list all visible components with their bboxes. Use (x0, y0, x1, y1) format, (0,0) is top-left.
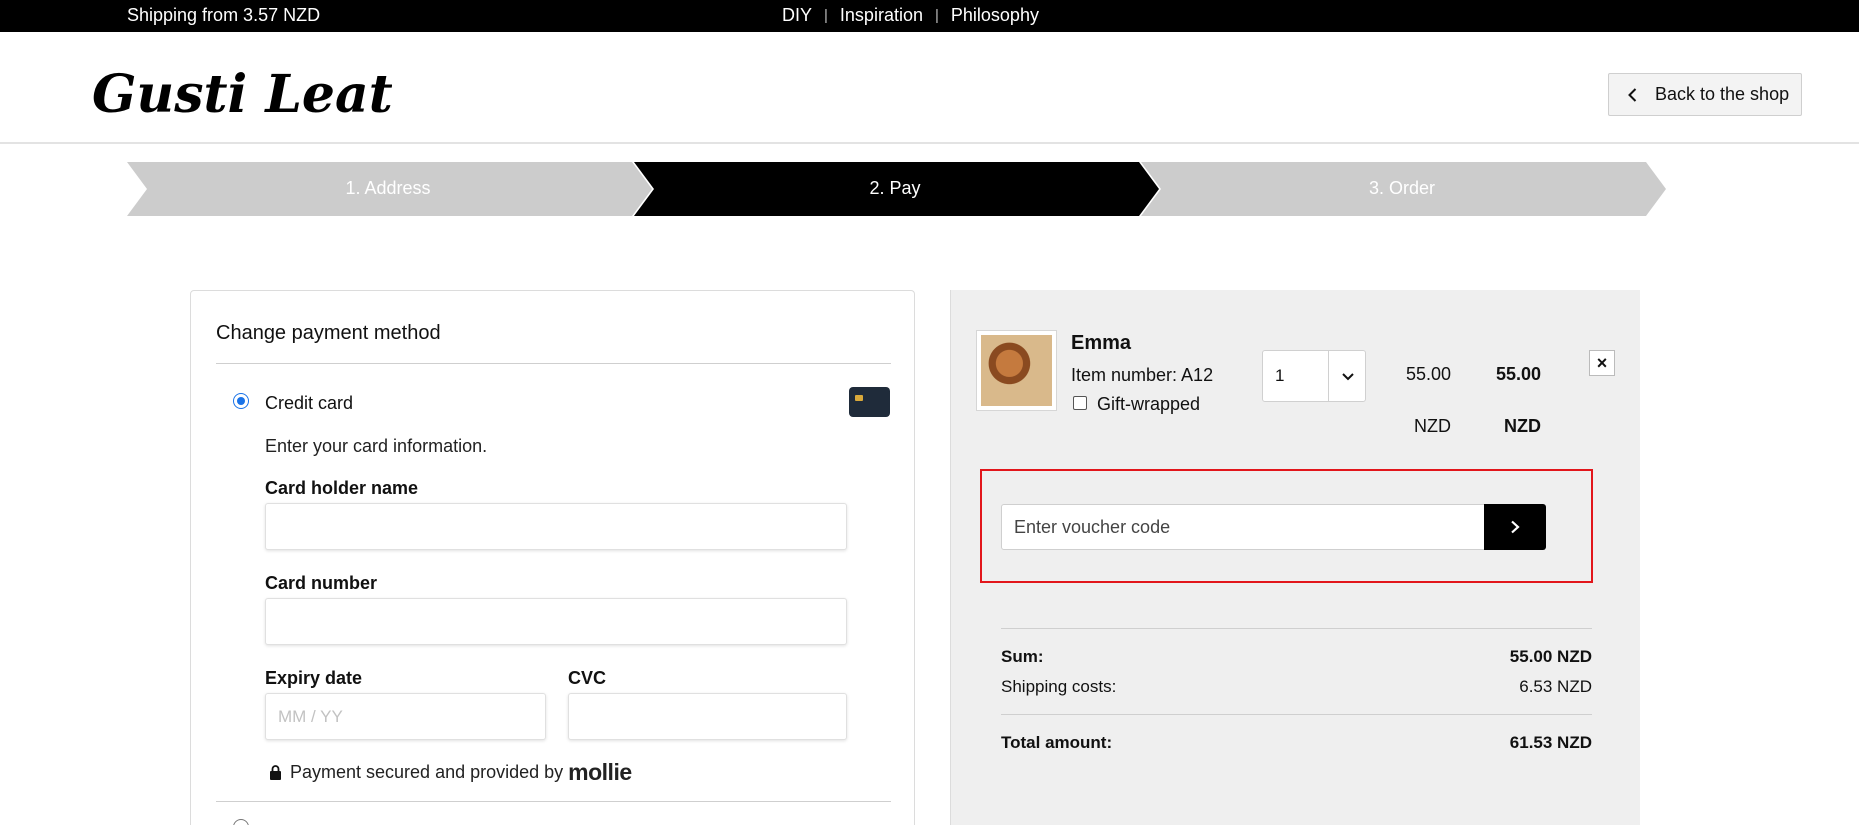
card-number-label: Card number (265, 573, 378, 593)
nav-separator: | (934, 7, 939, 24)
nav-diy[interactable]: DIY (782, 5, 812, 26)
mollie-logo: mollie (568, 759, 632, 785)
line-total: 55.00 (1495, 364, 1541, 384)
payment-title: Change payment method (216, 322, 441, 344)
nav-inspiration[interactable]: Inspiration (840, 5, 923, 26)
sum-row: Sum: 55.00 NZD (1001, 647, 1592, 667)
apply-voucher-button[interactable] (1484, 504, 1546, 550)
site-header: Gusti Leather Back to the shop (0, 32, 1859, 144)
back-to-shop-button[interactable]: Back to the shop (1608, 73, 1802, 116)
secure-text: Payment secured and provided by (290, 762, 564, 782)
secure-payment-note: Payment secured and provided by mollie (269, 759, 632, 786)
gift-wrapped-label[interactable]: Gift-wrapped (1097, 394, 1200, 415)
alternate-method-radio[interactable] (233, 819, 249, 825)
chevron-right-icon (1511, 520, 1520, 534)
sum-value: 55.00 NZD (1509, 647, 1592, 666)
step-pay: 2. Pay (869, 178, 921, 198)
card-holder-label: Card holder name (265, 478, 419, 498)
line-total-currency: NZD (1504, 416, 1541, 436)
product-image[interactable] (976, 330, 1057, 411)
total-value: 61.53 NZD (1509, 733, 1592, 752)
gift-wrapped-checkbox[interactable] (1073, 396, 1087, 410)
cvc-input[interactable] (568, 693, 847, 740)
svg-text:Gusti Leather: Gusti Leather (92, 64, 392, 125)
cart-summary-panel: Emma Item number: A12 Gift-wrapped 1 55.… (950, 290, 1640, 825)
divider (216, 363, 891, 364)
divider (1001, 714, 1592, 715)
unit-price-currency: NZD (1414, 416, 1451, 436)
cvc-label: CVC (568, 668, 607, 688)
shipping-row: Shipping costs: 6.53 NZD (1001, 677, 1592, 697)
credit-card-radio[interactable] (233, 393, 249, 409)
chevron-down-icon (1342, 373, 1354, 381)
product-item-number: Item number: A12 (1071, 365, 1214, 385)
credit-card-label[interactable]: Credit card (265, 393, 353, 414)
credit-card-icon (849, 387, 890, 417)
close-icon: × (1596, 352, 1608, 373)
product-name[interactable]: Emma (1071, 332, 1131, 355)
top-bar: Shipping from 3.57 NZD DIY | Inspiration… (0, 0, 1859, 32)
card-instructions: Enter your card information. (265, 436, 488, 456)
remove-item-button[interactable]: × (1589, 350, 1615, 376)
unit-price: 55.00 (1405, 364, 1451, 384)
total-row: Total amount: 61.53 NZD (1001, 733, 1592, 753)
voucher-code-input[interactable] (1001, 504, 1485, 550)
shipping-value: 6.53 NZD (1519, 677, 1592, 696)
card-number-input[interactable] (265, 598, 847, 645)
shipping-info: Shipping from 3.57 NZD (127, 5, 321, 25)
chevron-left-icon (1628, 87, 1637, 102)
checkout-steps: 1. Address 2. Pay 3. Order (127, 162, 1667, 216)
quantity-select[interactable]: 1 (1262, 350, 1366, 402)
divider (216, 801, 891, 802)
expiry-date-label: Expiry date (265, 668, 363, 688)
nav-philosophy[interactable]: Philosophy (951, 5, 1039, 26)
payment-method-panel: Change payment method Credit card Enter … (190, 290, 915, 825)
step-order: 3. Order (1368, 178, 1436, 198)
back-to-shop-label: Back to the shop (1655, 84, 1790, 104)
quantity-value: 1 (1275, 366, 1285, 385)
total-label: Total amount: (1001, 733, 1113, 752)
step-address[interactable]: 1. Address (288, 178, 488, 199)
card-holder-input[interactable] (265, 503, 847, 550)
lock-icon (270, 765, 281, 780)
gusti-leather-logo[interactable]: Gusti Leather (92, 54, 392, 134)
sum-label: Sum: (1001, 647, 1044, 666)
top-nav: DIY | Inspiration | Philosophy (782, 5, 1039, 26)
divider (1001, 628, 1592, 629)
nav-separator: | (824, 7, 828, 24)
expiry-date-input[interactable] (265, 693, 546, 740)
shipping-label: Shipping costs: (1001, 677, 1117, 696)
